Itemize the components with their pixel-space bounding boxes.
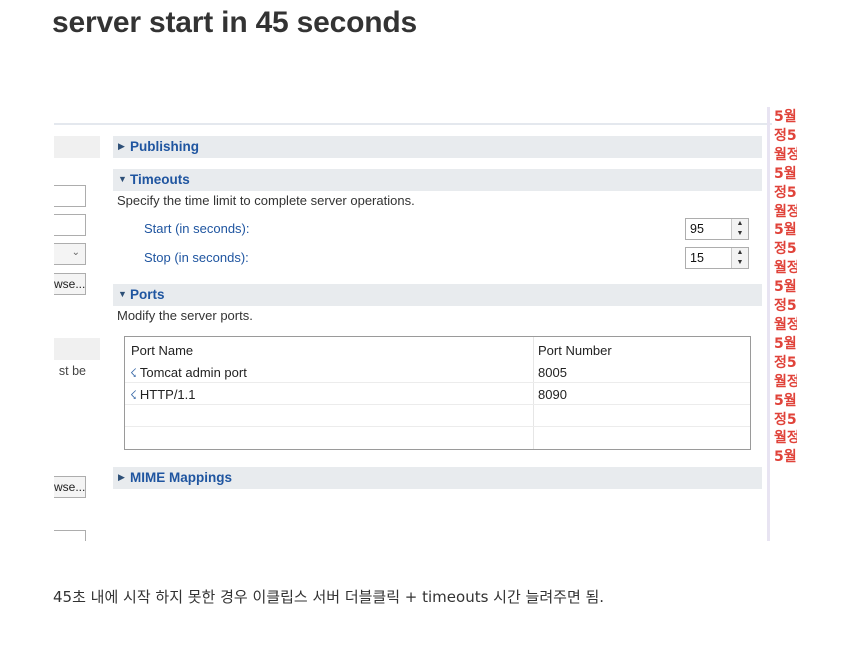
left-text-field-1[interactable] <box>54 185 86 207</box>
chevron-right-icon[interactable]: ▶ <box>118 141 125 152</box>
section-mime-mappings[interactable]: ▶ MIME Mappings <box>113 467 762 489</box>
section-publishing-label[interactable]: Publishing <box>130 139 199 154</box>
server-editor-screenshot: ⌄ wse... st be wse... ▶ Publishing ▼ Tim… <box>54 107 772 541</box>
left-section-header-2 <box>54 338 100 360</box>
chevron-down-icon[interactable]: ▼ <box>118 174 127 184</box>
stop-spinner-buttons: ▲ ▼ <box>731 248 748 268</box>
row-divider <box>125 382 750 383</box>
start-timeout-value[interactable]: 95 <box>690 222 704 236</box>
port-number-cell[interactable]: 8005 <box>538 365 567 380</box>
decrement-icon[interactable]: ▼ <box>732 258 748 268</box>
ports-description: Modify the server ports. <box>117 308 253 323</box>
network-port-icon: ☇ <box>130 366 137 380</box>
port-number-cell[interactable]: 8090 <box>538 387 567 402</box>
stop-timeout-label: Stop (in seconds): <box>144 250 249 265</box>
editor-top-divider <box>54 123 772 125</box>
section-publishing[interactable]: ▶ Publishing <box>113 136 762 158</box>
section-mime-label[interactable]: MIME Mappings <box>130 470 232 485</box>
left-section-header <box>54 136 100 158</box>
start-timeout-spinner[interactable]: 95 ▲ ▼ <box>685 218 749 240</box>
column-header-port-number[interactable]: Port Number <box>538 343 612 358</box>
sidebar-snippet-text: 5월정5월정5월정5월정5월정5월정5월정5월정5월정5월정5월정5월정5월 <box>774 109 797 466</box>
column-divider <box>533 337 534 449</box>
ports-table[interactable]: Port Name Port Number ☇ Tomcat admin port… <box>124 336 751 450</box>
chevron-right-icon[interactable]: ▶ <box>118 472 125 483</box>
sidebar-divider <box>767 107 770 541</box>
stop-timeout-spinner[interactable]: 15 ▲ ▼ <box>685 247 749 269</box>
left-combo-box[interactable]: ⌄ <box>54 243 86 265</box>
caption-text: 45초 내에 시작 하지 못한 경우 이클립스 서버 더블클릭 + timeou… <box>53 588 605 606</box>
port-name-cell: Tomcat admin port <box>139 365 247 380</box>
stop-timeout-value[interactable]: 15 <box>690 251 704 265</box>
section-timeouts-label[interactable]: Timeouts <box>130 172 190 187</box>
left-text-fragment: st be <box>58 364 86 378</box>
timeouts-description: Specify the time limit to complete serve… <box>117 193 415 208</box>
start-timeout-label: Start (in seconds): <box>144 221 250 236</box>
section-ports[interactable]: ▼ Ports <box>113 284 762 306</box>
page-title: server start in 45 seconds <box>52 6 417 39</box>
sidebar-snippet: 5월정5월정5월정5월정5월정5월정5월정5월정5월정5월정5월정5월정5월 <box>767 107 797 541</box>
left-browse-button-1[interactable]: wse... <box>54 273 86 295</box>
table-row[interactable]: ☇ Tomcat admin port <box>130 365 247 380</box>
decrement-icon[interactable]: ▼ <box>732 229 748 239</box>
section-timeouts[interactable]: ▼ Timeouts <box>113 169 762 191</box>
port-name-cell: HTTP/1.1 <box>139 387 196 402</box>
left-text-field-2[interactable] <box>54 214 86 236</box>
network-port-icon: ☇ <box>130 388 137 402</box>
left-bottom-field <box>54 530 86 541</box>
section-ports-label[interactable]: Ports <box>130 287 165 302</box>
chevron-down-icon[interactable]: ▼ <box>118 289 127 299</box>
row-divider <box>125 426 750 427</box>
column-header-port-name[interactable]: Port Name <box>131 343 193 358</box>
left-browse-button-2[interactable]: wse... <box>54 476 86 498</box>
start-spinner-buttons: ▲ ▼ <box>731 219 748 239</box>
row-divider <box>125 404 750 405</box>
chevron-down-icon: ⌄ <box>71 247 80 258</box>
table-row[interactable]: ☇ HTTP/1.1 <box>130 387 196 402</box>
